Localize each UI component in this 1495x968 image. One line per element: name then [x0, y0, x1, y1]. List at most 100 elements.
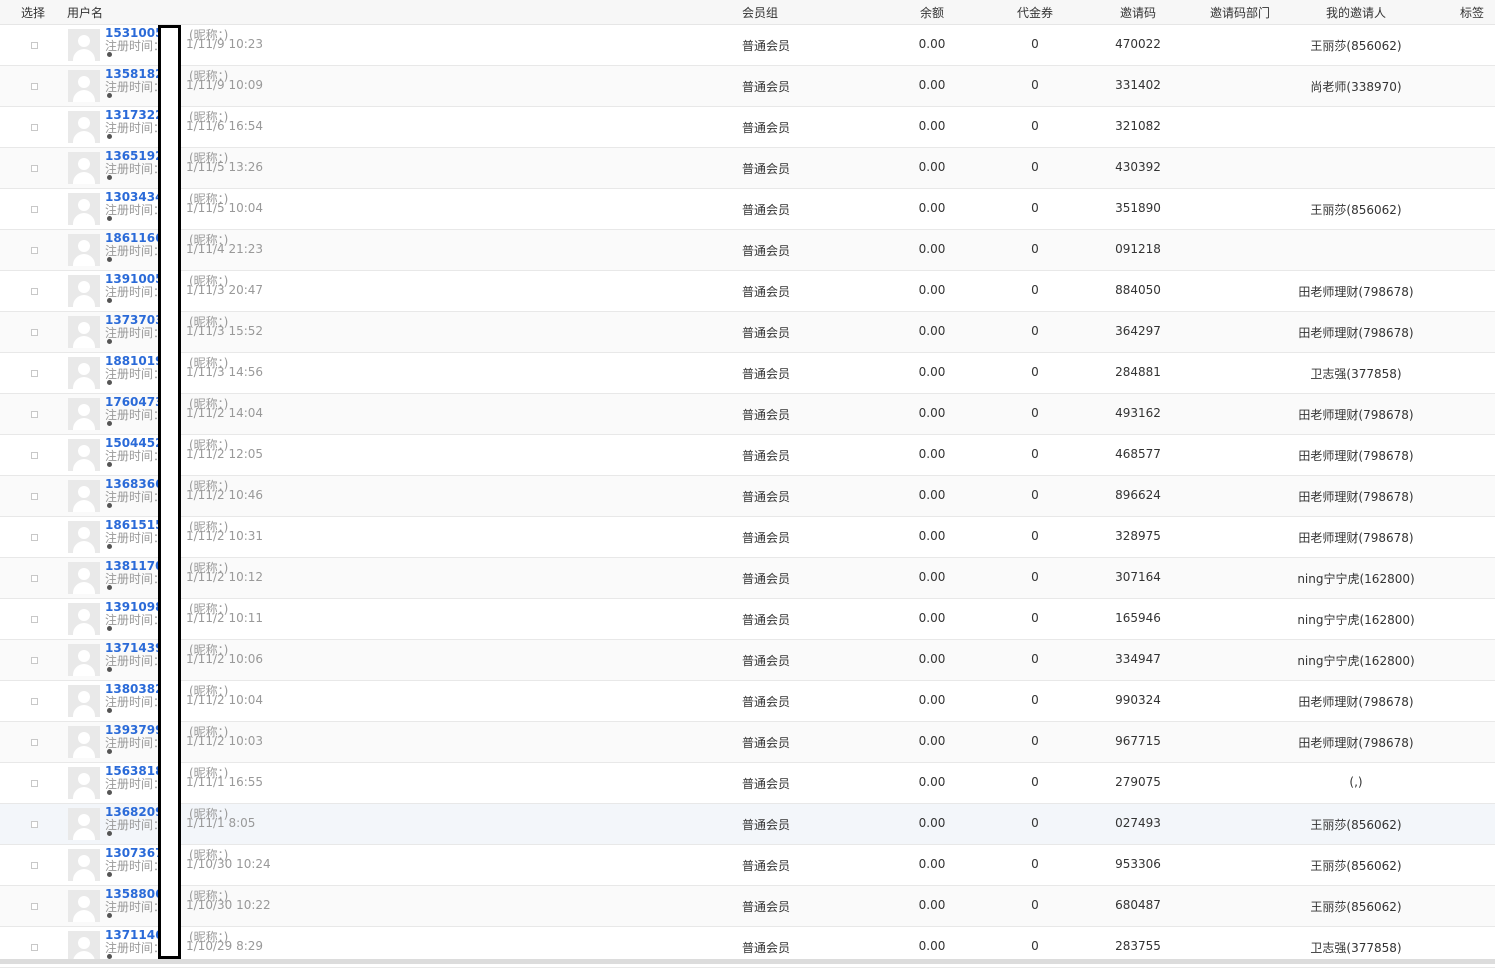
- inviter[interactable]: 田老师理财(798678): [1298, 529, 1413, 546]
- row-select-checkbox[interactable]: [31, 411, 38, 418]
- inviter[interactable]: 田老师理财(798678): [1298, 447, 1413, 464]
- reg-time-value: 1/11/6 16:54: [186, 119, 264, 133]
- avatar[interactable]: [68, 275, 100, 307]
- row-select-checkbox[interactable]: [31, 247, 38, 254]
- inviter[interactable]: 田老师理财(798678): [1298, 488, 1413, 505]
- row-select-checkbox[interactable]: [31, 493, 38, 500]
- inviter[interactable]: 田老师理财(798678): [1298, 734, 1413, 751]
- inviter[interactable]: 王丽莎(856062): [1310, 201, 1401, 218]
- invite-code: 990324: [1115, 693, 1161, 707]
- inviter[interactable]: 田老师理财(798678): [1298, 693, 1413, 710]
- avatar[interactable]: [68, 193, 100, 225]
- avatar[interactable]: [68, 29, 100, 61]
- row-select-checkbox[interactable]: [31, 616, 38, 623]
- inviter[interactable]: 田老师理财(798678): [1298, 324, 1413, 341]
- avatar[interactable]: [68, 767, 100, 799]
- balance: 0.00: [918, 775, 946, 789]
- reg-time-label: 注册时间：: [105, 121, 166, 135]
- row-select-checkbox[interactable]: [31, 698, 38, 705]
- inviter[interactable]: 尚老师(338970): [1310, 78, 1401, 95]
- avatar[interactable]: [68, 480, 100, 512]
- table-row: 1531005 (昵称：) 注册时间： 1/11/9 10:23 普通会员 0.…: [0, 25, 1495, 66]
- avatar[interactable]: [68, 890, 100, 922]
- row-select-checkbox[interactable]: [31, 165, 38, 172]
- row-select-checkbox[interactable]: [31, 124, 38, 131]
- reg-time-label: 注册时间：: [105, 695, 166, 709]
- row-select-checkbox[interactable]: [31, 821, 38, 828]
- avatar[interactable]: [68, 685, 100, 717]
- inviter[interactable]: (,): [1349, 775, 1362, 789]
- avatar[interactable]: [68, 111, 100, 143]
- horizontal-scrollbar[interactable]: [0, 959, 1495, 964]
- avatar[interactable]: [68, 808, 100, 840]
- row-select-checkbox[interactable]: [31, 534, 38, 541]
- coupon-count: 0: [1031, 406, 1039, 420]
- row-select-checkbox[interactable]: [31, 657, 38, 664]
- inviter[interactable]: ning宁宁虎(162800): [1297, 570, 1414, 587]
- balance: 0.00: [918, 160, 946, 174]
- row-select-checkbox[interactable]: [31, 370, 38, 377]
- avatar[interactable]: [68, 726, 100, 758]
- avatar-head: [78, 527, 90, 539]
- status-dot-icon: [107, 626, 112, 631]
- inviter[interactable]: 王丽莎(856062): [1310, 816, 1401, 833]
- row-select-checkbox[interactable]: [31, 206, 38, 213]
- member-group: 普通会员: [741, 654, 791, 668]
- avatar[interactable]: [68, 439, 100, 471]
- redaction-box: [158, 25, 181, 959]
- balance: 0.00: [918, 570, 946, 584]
- inviter[interactable]: 王丽莎(856062): [1310, 37, 1401, 54]
- member-group: 普通会员: [741, 941, 791, 955]
- inviter[interactable]: ning宁宁虎(162800): [1297, 652, 1414, 669]
- table-row: 1504452 (昵称：) 注册时间： 1/11/2 12:05 普通会员 0.…: [0, 435, 1495, 476]
- inviter[interactable]: ning宁宁虎(162800): [1297, 611, 1414, 628]
- header-select: 选择: [21, 6, 46, 20]
- avatar[interactable]: [68, 234, 100, 266]
- avatar[interactable]: [68, 70, 100, 102]
- balance: 0.00: [918, 939, 946, 953]
- inviter[interactable]: 田老师理财(798678): [1298, 283, 1413, 300]
- avatar[interactable]: [68, 644, 100, 676]
- inviter[interactable]: 卫志强(377858): [1310, 939, 1401, 956]
- row-select-checkbox[interactable]: [31, 452, 38, 459]
- inviter[interactable]: 卫志强(377858): [1310, 365, 1401, 382]
- table-row: 1881019 (昵称：) 注册时间： 1/11/3 14:56 普通会员 0.…: [0, 353, 1495, 394]
- invite-code: 091218: [1115, 242, 1161, 256]
- member-group: 普通会员: [741, 531, 791, 545]
- row-select-checkbox[interactable]: [31, 780, 38, 787]
- table-row: 1861515 (昵称：) 注册时间： 1/11/2 10:31 普通会员 0.…: [0, 517, 1495, 558]
- row-select-checkbox[interactable]: [31, 329, 38, 336]
- coupon-count: 0: [1031, 734, 1039, 748]
- reg-time-value: 1/11/9 10:23: [186, 37, 264, 51]
- row-select-checkbox[interactable]: [31, 288, 38, 295]
- inviter[interactable]: 田老师理财(798678): [1298, 406, 1413, 423]
- avatar[interactable]: [68, 316, 100, 348]
- avatar[interactable]: [68, 521, 100, 553]
- invite-code: 896624: [1115, 488, 1161, 502]
- row-select-checkbox[interactable]: [31, 739, 38, 746]
- row-select-checkbox[interactable]: [31, 862, 38, 869]
- avatar-head: [78, 773, 90, 785]
- reg-time-label: 注册时间：: [105, 490, 166, 504]
- inviter[interactable]: 王丽莎(856062): [1310, 898, 1401, 915]
- row-select-checkbox[interactable]: [31, 42, 38, 49]
- row-select-checkbox[interactable]: [31, 903, 38, 910]
- invite-code: 284881: [1115, 365, 1161, 379]
- invite-code: 331402: [1115, 78, 1161, 92]
- member-group: 普通会员: [741, 80, 791, 94]
- avatar[interactable]: [68, 562, 100, 594]
- avatar[interactable]: [68, 849, 100, 881]
- coupon-count: 0: [1031, 898, 1039, 912]
- table-row: 1380382 (昵称：) 注册时间： 1/11/2 10:04 普通会员 0.…: [0, 681, 1495, 722]
- inviter[interactable]: 王丽莎(856062): [1310, 857, 1401, 874]
- row-select-checkbox[interactable]: [31, 944, 38, 951]
- status-dot-icon: [107, 872, 112, 877]
- row-select-checkbox[interactable]: [31, 83, 38, 90]
- avatar[interactable]: [68, 152, 100, 184]
- avatar[interactable]: [68, 357, 100, 389]
- avatar[interactable]: [68, 398, 100, 430]
- row-select-checkbox[interactable]: [31, 575, 38, 582]
- avatar-head: [78, 855, 90, 867]
- avatar[interactable]: [68, 603, 100, 635]
- balance: 0.00: [918, 242, 946, 256]
